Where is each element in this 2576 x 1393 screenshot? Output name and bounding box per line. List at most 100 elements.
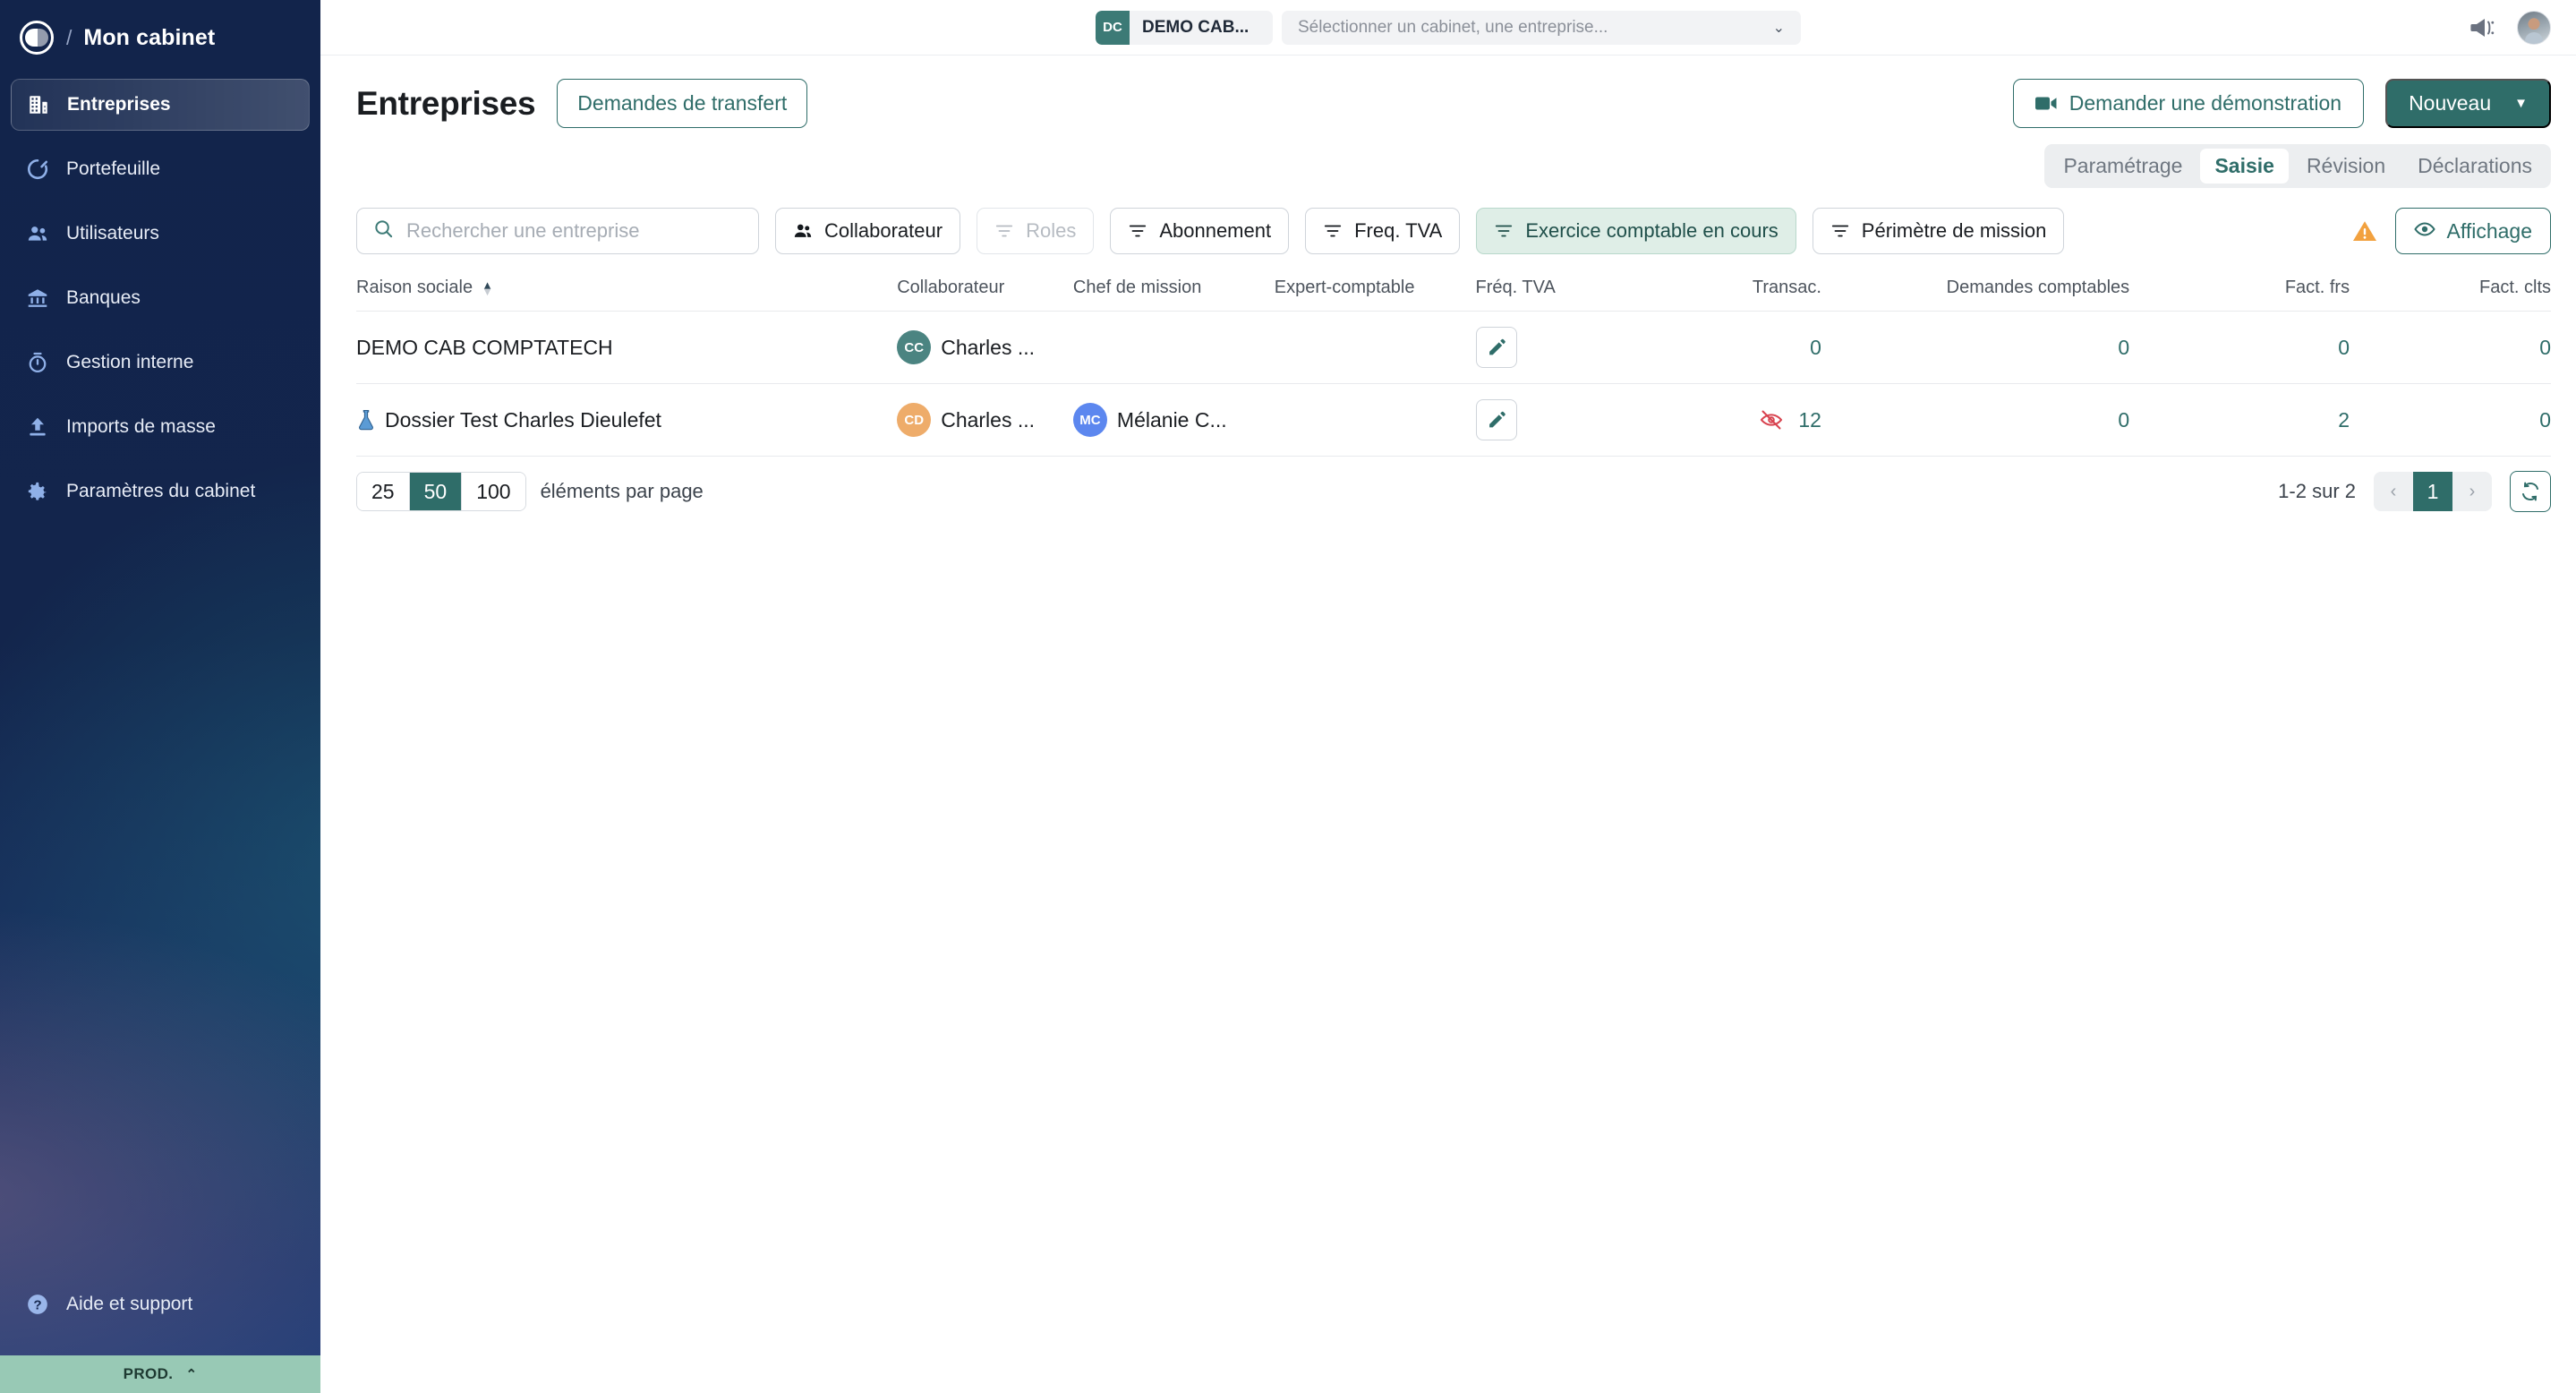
filter-label: Exercice comptable en cours: [1525, 219, 1778, 242]
table-row[interactable]: DEMO CAB COMPTATECH CC Charles ... 0 0 0…: [356, 311, 2551, 384]
cell-demandes-comptables: 0: [1821, 384, 2129, 457]
search-input[interactable]: [406, 219, 742, 243]
chevron-up-icon: ⌃: [185, 1367, 198, 1382]
table-row[interactable]: Dossier Test Charles Dieulefet CD Charle…: [356, 383, 2551, 457]
filter-icon: [1494, 221, 1514, 241]
filter-collaborateur[interactable]: Collaborateur: [775, 208, 961, 254]
sidebar-item-entreprises[interactable]: Entreprises: [11, 79, 310, 131]
cell-raison-sociale[interactable]: Dossier Test Charles Dieulefet: [356, 384, 897, 457]
pagination-range: 1-2 sur 2: [2278, 480, 2356, 502]
search-box[interactable]: [356, 208, 759, 254]
flask-icon: [356, 409, 376, 431]
sidebar-item-aide-et-support[interactable]: ? Aide et support: [11, 1278, 310, 1330]
tab-saisie[interactable]: Saisie: [2200, 149, 2289, 184]
filter-abonnement[interactable]: Abonnement: [1110, 208, 1290, 254]
filter-roles[interactable]: Roles: [977, 208, 1095, 254]
company-name: Dossier Test Charles Dieulefet: [385, 407, 661, 432]
cell-collaborateur: CC Charles ...: [897, 312, 1073, 384]
tab-declarations[interactable]: Déclarations: [2403, 149, 2546, 184]
th-demandes-comptables: Demandes comptables: [1946, 278, 2130, 297]
sidebar-item-imports-de-masse[interactable]: Imports de masse: [11, 401, 310, 453]
current-cabinet-chip[interactable]: DC DEMO CAB...: [1096, 10, 1273, 45]
building-icon: [26, 92, 51, 117]
chevron-down-icon: ⌄: [1772, 20, 1785, 36]
th-chef-de-mission: Chef de mission: [1072, 278, 1202, 297]
fact-frs-value[interactable]: 0: [2338, 336, 2350, 359]
fact-frs-value[interactable]: 2: [2338, 408, 2350, 432]
transfer-requests-button[interactable]: Demandes de transfert: [557, 79, 808, 128]
sidebar-item-banques[interactable]: Banques: [11, 272, 310, 324]
request-demo-button[interactable]: Demander une démonstration: [2012, 79, 2365, 128]
sidebar-help-section: ? Aide et support: [0, 1278, 320, 1355]
sidebar: / Mon cabinet Entreprises Portefeuille U…: [0, 0, 320, 1393]
topbar-center-group: DC DEMO CAB... Sélectionner un cabinet, …: [1096, 10, 1801, 45]
avatar[interactable]: [2517, 10, 2551, 45]
megaphone-icon[interactable]: [2470, 16, 2497, 39]
sidebar-item-label: Imports de masse: [66, 416, 216, 437]
cell-raison-sociale[interactable]: DEMO CAB COMPTATECH: [356, 312, 897, 384]
fact-clts-value[interactable]: 0: [2539, 408, 2551, 432]
app-logo-icon: [20, 21, 54, 55]
sidebar-item-parametres-du-cabinet[interactable]: Paramètres du cabinet: [11, 466, 310, 517]
avatar: CD: [897, 403, 932, 437]
sidebar-item-gestion-interne[interactable]: Gestion interne: [11, 337, 310, 389]
filter-label: Freq. TVA: [1354, 219, 1443, 242]
sidebar-env-footer[interactable]: PROD. ⌃: [0, 1355, 320, 1393]
fact-clts-value[interactable]: 0: [2539, 336, 2551, 359]
users-icon: [793, 221, 813, 241]
collaborateur-name: Charles ...: [941, 407, 1036, 432]
sort-raison-sociale[interactable]: Raison sociale ▲ ▼: [356, 278, 493, 298]
page-number-1[interactable]: 1: [2413, 472, 2452, 511]
per-page-100[interactable]: 100: [462, 473, 525, 510]
per-page-25[interactable]: 25: [357, 473, 410, 510]
cell-chef-de-mission: [1073, 312, 1275, 384]
cell-fact-frs: 0: [2129, 312, 2350, 384]
prev-page-button[interactable]: ‹: [2374, 472, 2413, 511]
bank-icon: [25, 286, 50, 311]
refresh-button[interactable]: [2510, 471, 2551, 512]
main-content: DC DEMO CAB... Sélectionner un cabinet, …: [320, 0, 2576, 1393]
sidebar-brand[interactable]: / Mon cabinet: [0, 0, 320, 56]
brand-separator: /: [66, 25, 73, 49]
sort-asc-desc-icon: ▲ ▼: [482, 278, 493, 298]
entreprises-table-wrapper: Raison sociale ▲ ▼ Collaborateur Chef de …: [320, 278, 2576, 457]
filter-icon: [1323, 221, 1343, 241]
page-header-actions: Demander une démonstration Nouveau ▼: [2012, 79, 2551, 128]
view-tabs-row: Paramétrage Saisie Révision Déclarations: [320, 128, 2576, 188]
demandes-comptables-value[interactable]: 0: [2118, 408, 2129, 432]
cabinet-initials-badge: DC: [1096, 10, 1130, 45]
sidebar-item-portefeuille[interactable]: Portefeuille: [11, 143, 310, 195]
transac-value[interactable]: 12: [1798, 408, 1821, 432]
avatar: CC: [897, 330, 932, 364]
cabinet-entreprise-select[interactable]: Sélectionner un cabinet, une entreprise.…: [1282, 10, 1801, 45]
th-raison-sociale: Raison sociale ▲ ▼: [356, 278, 897, 312]
transac-value[interactable]: 0: [1810, 336, 1821, 359]
filter-perimetre-de-mission[interactable]: Périmètre de mission: [1812, 208, 2065, 254]
per-page-50[interactable]: 50: [409, 473, 463, 510]
cabinet-name: DEMO CAB...: [1142, 17, 1250, 37]
cell-fact-frs: 2: [2129, 384, 2350, 457]
filter-toolbar: Collaborateur Roles Abonnement Freq. TVA: [320, 188, 2576, 254]
svg-text:?: ?: [33, 1298, 41, 1313]
th-fact-clts: Fact. clts: [2478, 278, 2551, 297]
new-button[interactable]: Nouveau ▼: [2385, 79, 2551, 128]
filter-exercice-comptable-en-cours[interactable]: Exercice comptable en cours: [1476, 208, 1796, 254]
sidebar-item-utilisateurs[interactable]: Utilisateurs: [11, 208, 310, 260]
new-button-label: Nouveau: [2409, 91, 2492, 115]
app-root: / Mon cabinet Entreprises Portefeuille U…: [0, 0, 2576, 1393]
next-page-button[interactable]: ›: [2452, 472, 2492, 511]
toolbar-right-group: Affichage: [2352, 208, 2551, 254]
display-settings-button[interactable]: Affichage: [2394, 208, 2551, 254]
tab-parametrage[interactable]: Paramétrage: [2049, 149, 2196, 184]
th-fact-frs: Fact. frs: [2284, 278, 2350, 297]
avatar: MC: [1072, 403, 1107, 437]
demandes-comptables-value[interactable]: 0: [2118, 336, 2129, 359]
edit-freq-tva-button[interactable]: [1475, 399, 1517, 440]
edit-freq-tva-button[interactable]: [1475, 327, 1517, 368]
page-header: Entreprises Demandes de transfert Demand…: [320, 56, 2576, 128]
select-placeholder: Sélectionner un cabinet, une entreprise.…: [1298, 17, 1608, 37]
filter-freq-tva[interactable]: Freq. TVA: [1305, 208, 1461, 254]
tab-revision[interactable]: Révision: [2292, 149, 2400, 184]
cell-transac: 12: [1639, 384, 1821, 457]
warning-triangle-icon[interactable]: [2352, 219, 2377, 243]
